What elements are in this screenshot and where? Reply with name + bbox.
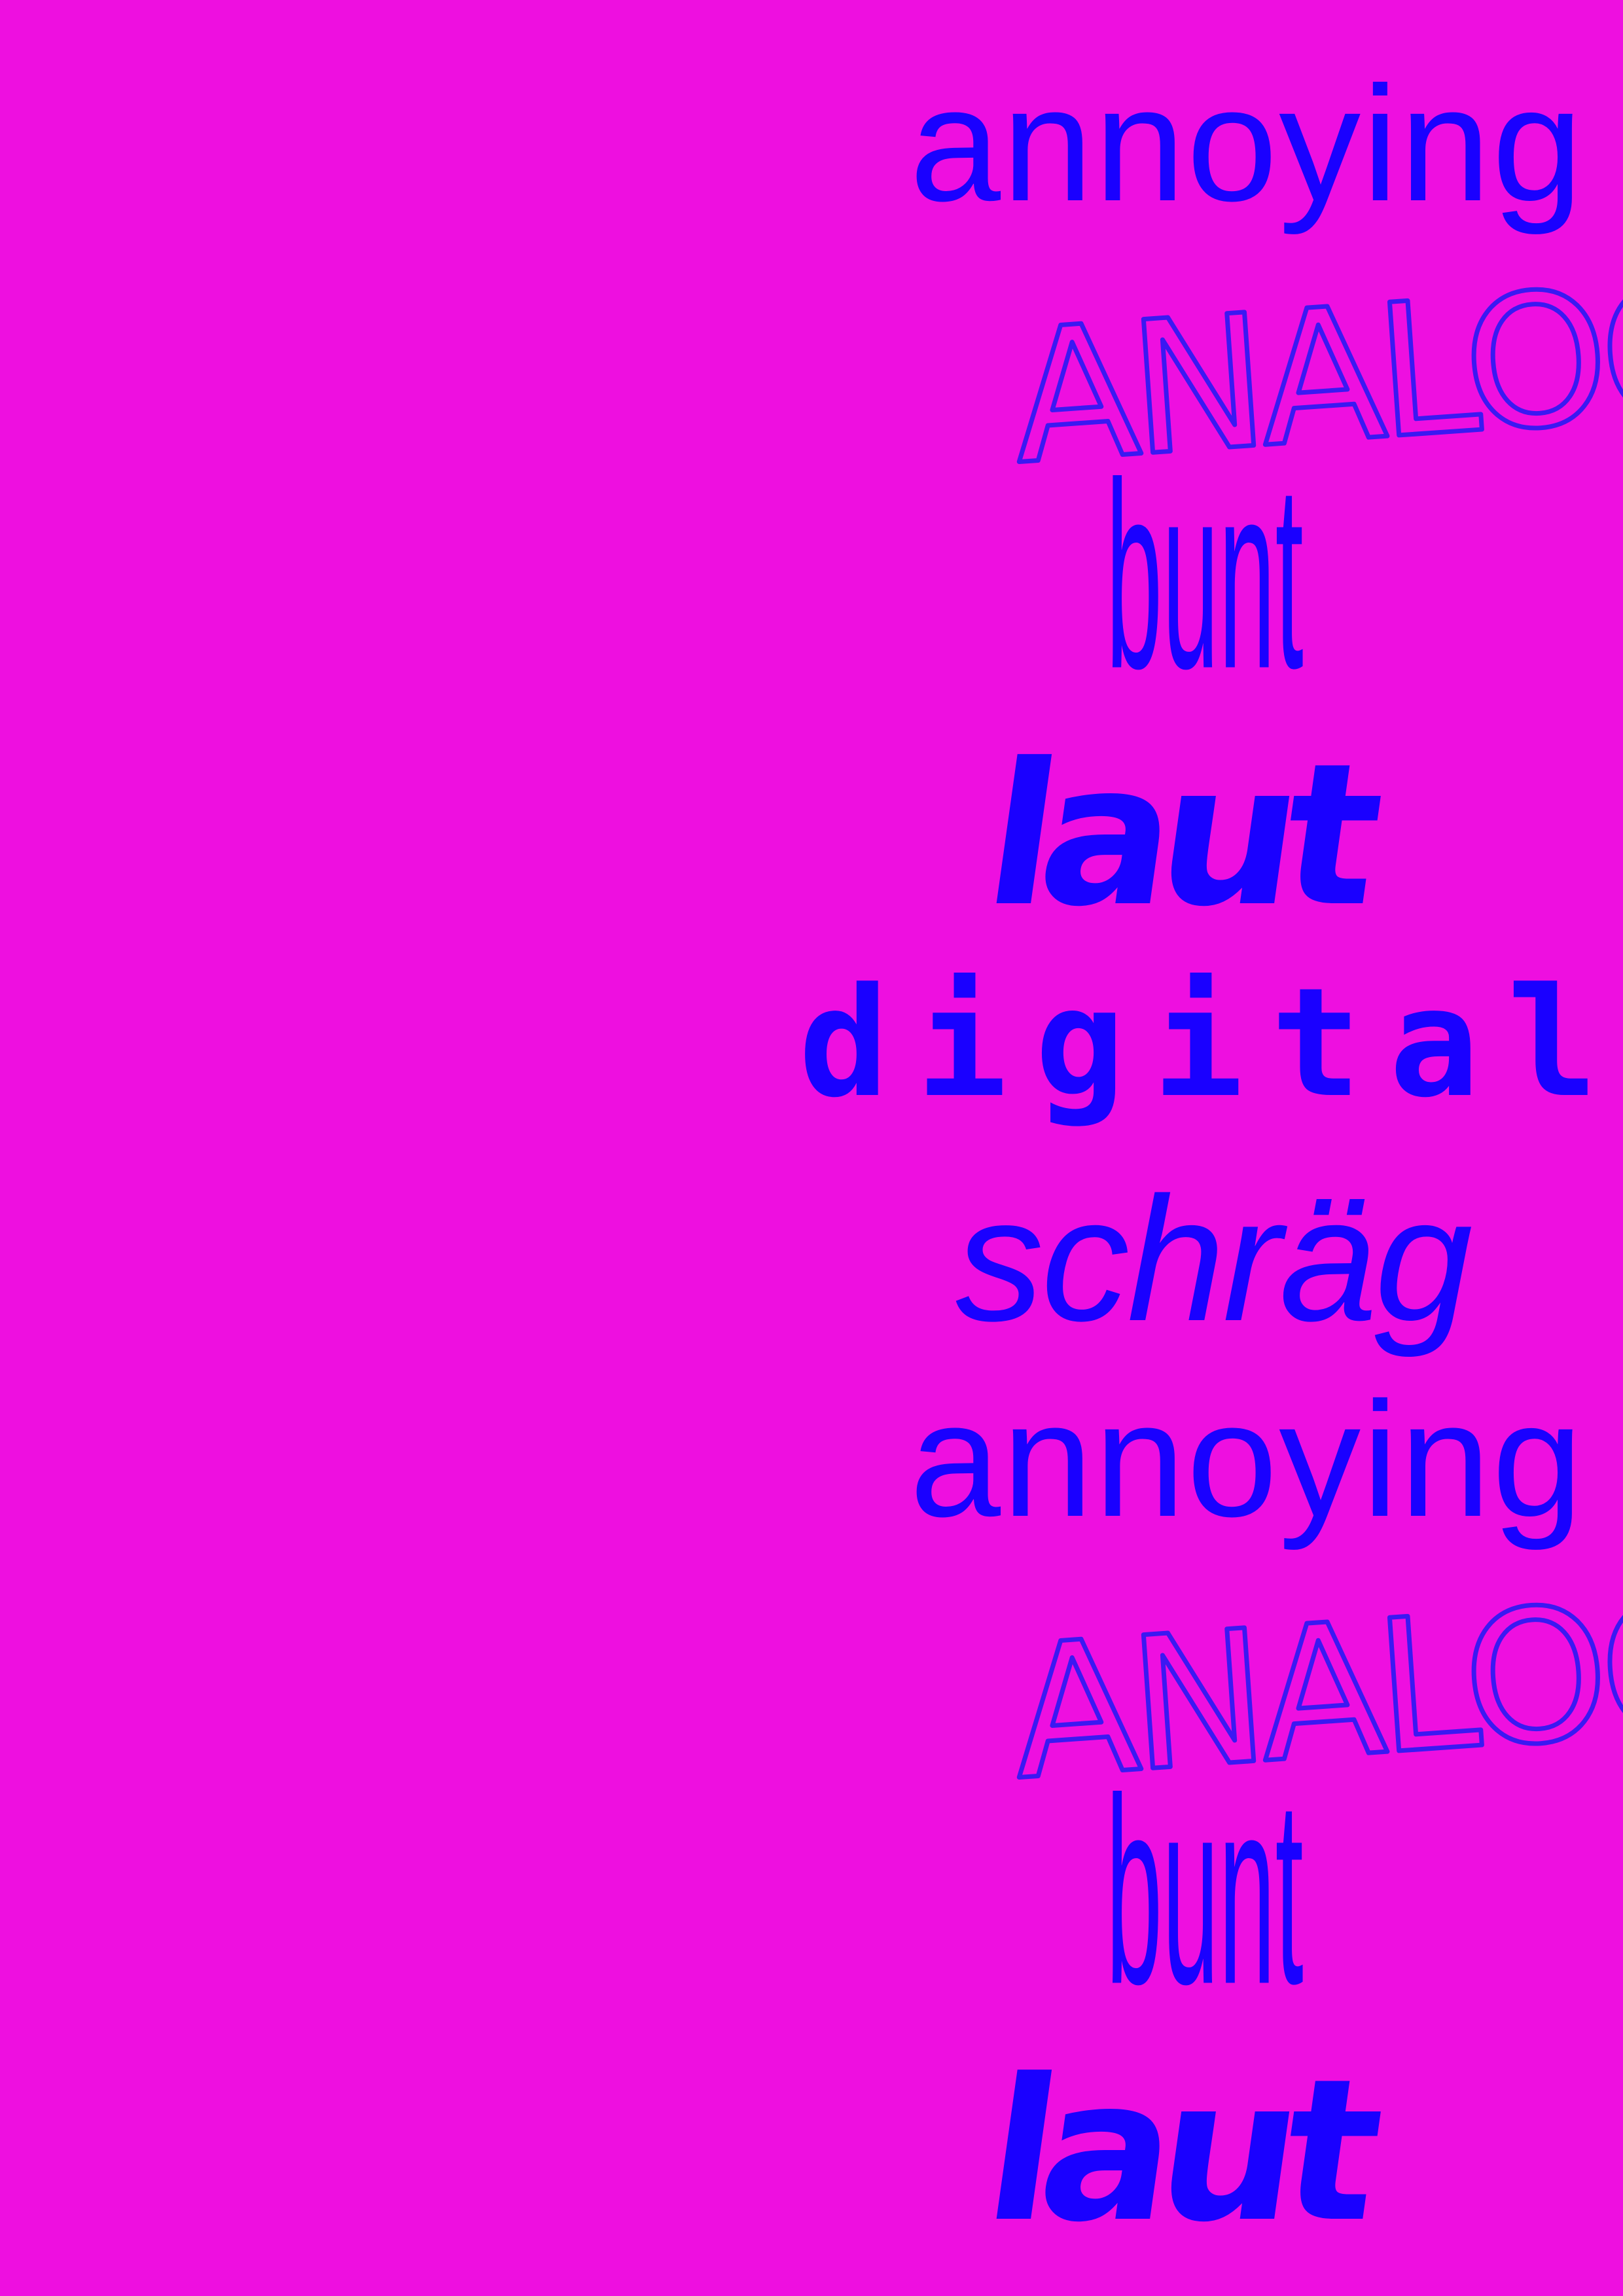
word-analog-text: ANALOG bbox=[1006, 242, 1623, 505]
word-schraeg: schräg bbox=[955, 1161, 1472, 1358]
word-bunt: bunt bbox=[1106, 1742, 1304, 2039]
word-bunt: bunt bbox=[1106, 427, 1304, 723]
word-analog-text: ANALOG bbox=[1006, 1558, 1623, 1821]
word-laut-text: laut bbox=[973, 2037, 1394, 2265]
word-laut: laut bbox=[973, 721, 1394, 950]
word-annoying: annoying bbox=[910, 52, 1584, 235]
word-laut: laut bbox=[973, 2037, 1394, 2265]
word-annoying: annoying bbox=[910, 1368, 1584, 1551]
word-bunt-text: bunt bbox=[1106, 427, 1304, 723]
word-digital: digital bbox=[798, 956, 1623, 1131]
word-laut-text: laut bbox=[973, 721, 1394, 950]
word-bunt-text: bunt bbox=[1106, 1742, 1304, 2039]
poster: annoying ANALOG bunt laut digital schräg… bbox=[0, 0, 1623, 2296]
